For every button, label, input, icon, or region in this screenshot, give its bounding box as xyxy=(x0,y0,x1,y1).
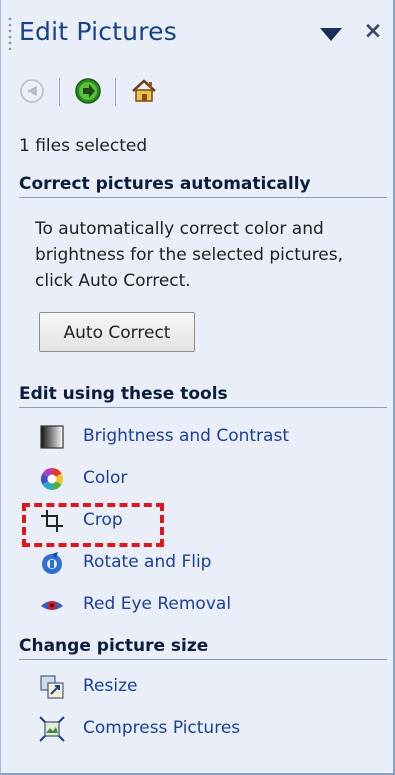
section-heading-picture-size: Change picture size xyxy=(19,636,387,660)
auto-correct-description: To automatically correct color and brigh… xyxy=(35,219,343,291)
red-eye-icon xyxy=(39,592,65,618)
resize-icon xyxy=(39,674,65,700)
brightness-icon xyxy=(39,424,65,450)
tool-color[interactable]: Color xyxy=(39,462,379,496)
section-heading-auto-correct: Correct pictures automatically xyxy=(19,174,387,198)
back-arrow-icon[interactable] xyxy=(17,76,47,106)
auto-correct-button[interactable]: Auto Correct xyxy=(39,312,195,352)
drag-grip[interactable] xyxy=(7,16,13,50)
pane-title-bar: Edit Pictures × xyxy=(1,0,393,60)
edit-pictures-pane: Edit Pictures × 1 files selected Correct… xyxy=(0,0,395,775)
compress-icon xyxy=(39,716,65,742)
nav-separator xyxy=(59,78,60,106)
tool-label: Red Eye Removal xyxy=(83,594,232,614)
tool-label: Resize xyxy=(83,676,138,696)
pane-menu-dropdown-icon[interactable] xyxy=(317,22,345,42)
forward-arrow-icon[interactable] xyxy=(73,76,103,106)
pane-navigation xyxy=(17,70,217,110)
tool-resize[interactable]: Resize xyxy=(39,670,379,704)
tool-label: Compress Pictures xyxy=(83,718,241,738)
crop-highlight-annotation xyxy=(22,503,164,547)
home-icon[interactable] xyxy=(129,76,159,106)
tool-brightness-contrast[interactable]: Brightness and Contrast xyxy=(39,420,379,454)
tool-label: Rotate and Flip xyxy=(83,552,212,572)
nav-separator xyxy=(115,78,116,106)
selection-count: 1 files selected xyxy=(19,136,148,156)
pane-title: Edit Pictures xyxy=(19,17,177,46)
close-icon[interactable]: × xyxy=(361,18,385,44)
tool-label: Brightness and Contrast xyxy=(83,426,289,446)
tool-red-eye-removal[interactable]: Red Eye Removal xyxy=(39,588,379,622)
tool-label: Color xyxy=(83,468,128,488)
section-heading-edit-tools: Edit using these tools xyxy=(19,384,387,408)
rotate-icon xyxy=(39,550,65,576)
tool-compress-pictures[interactable]: Compress Pictures xyxy=(39,712,379,746)
tool-rotate-flip[interactable]: Rotate and Flip xyxy=(39,546,379,580)
color-wheel-icon xyxy=(39,466,65,492)
